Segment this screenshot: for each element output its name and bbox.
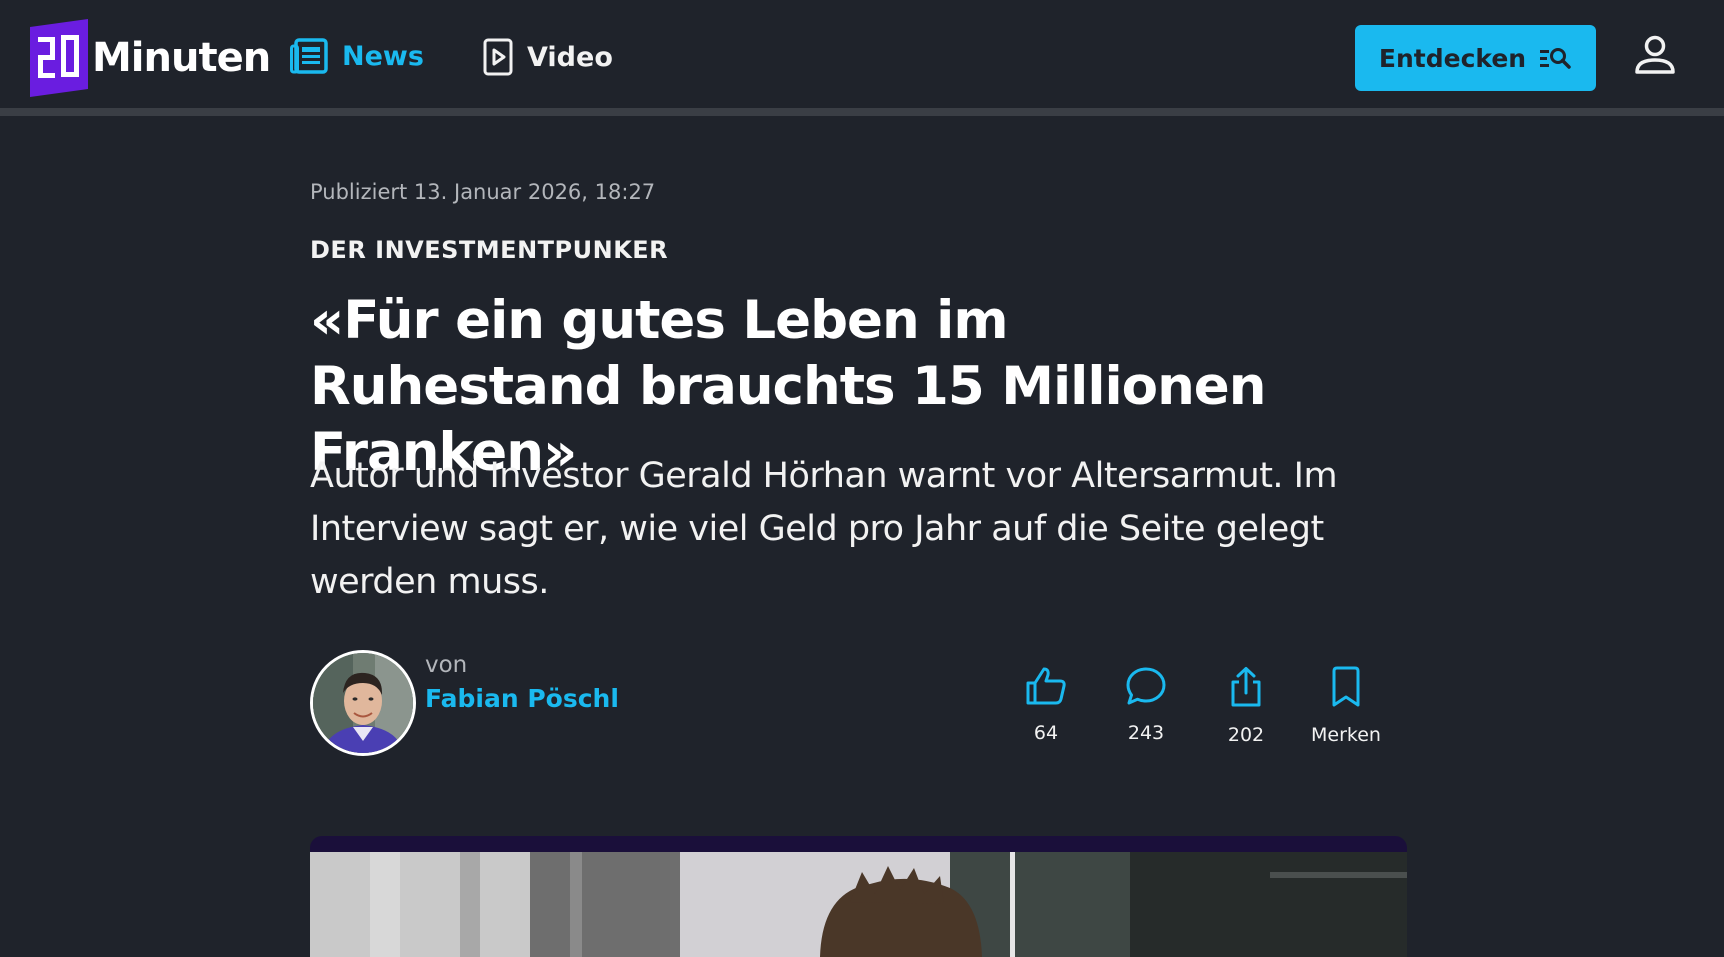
top-navigation-bar: Minuten News Video Entdecken (0, 0, 1724, 116)
article-actions: 64 243 202 Merken (310, 666, 1410, 766)
site-logo[interactable]: Minuten (30, 19, 271, 97)
nav-news-label: News (342, 40, 424, 72)
search-list-icon (1540, 48, 1571, 69)
article-kicker: DER INVESTMENTPUNKER (310, 236, 669, 264)
newspaper-icon (290, 38, 328, 74)
thumbs-up-icon (1026, 667, 1066, 705)
bookmark-label: Merken (1311, 724, 1381, 746)
bookmark-icon (1332, 666, 1360, 707)
hero-photo (310, 852, 1407, 957)
comment-button[interactable]: 243 (1101, 666, 1191, 744)
logo-wordmark: Minuten (92, 35, 271, 81)
comment-count: 243 (1127, 722, 1165, 744)
nav-video-label: Video (527, 41, 613, 73)
logo-mark-icon (30, 19, 88, 97)
share-count: 202 (1227, 724, 1265, 746)
discover-button-label: Entdecken (1378, 43, 1527, 73)
discover-button[interactable]: Entdecken (1355, 25, 1596, 91)
share-icon (1231, 667, 1261, 707)
comment-bubble-icon (1126, 667, 1166, 705)
play-icon (483, 38, 513, 76)
like-count: 64 (1033, 722, 1059, 744)
share-button[interactable]: 202 (1201, 666, 1291, 746)
user-icon[interactable] (1634, 34, 1676, 76)
nav-video[interactable]: Video (483, 38, 613, 76)
like-button[interactable]: 64 (1001, 666, 1091, 744)
article-hero-image (310, 836, 1407, 957)
article-lead: Autor und Investor Gerald Hörhan warnt v… (310, 456, 1338, 602)
bookmark-button[interactable]: Merken (1301, 666, 1391, 746)
nav-news[interactable]: News (290, 38, 424, 74)
published-date: Publiziert 13. Januar 2026, 18:27 (310, 180, 656, 204)
